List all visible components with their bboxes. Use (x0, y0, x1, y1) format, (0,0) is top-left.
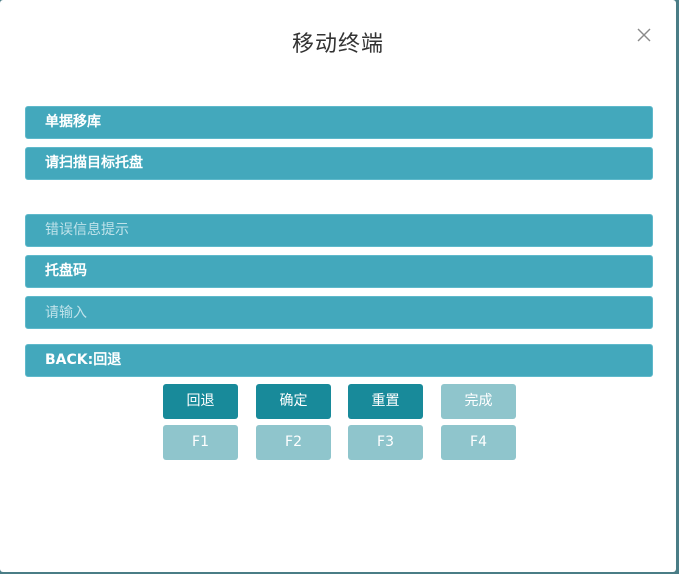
mobile-terminal-dialog: 移动终端 单据移库 请扫描目标托盘 错误信息提示 托盘码 BACK:回退 回退 … (0, 0, 676, 572)
f3-button[interactable]: F3 (348, 425, 423, 460)
back-button[interactable]: 回退 (163, 384, 238, 419)
f1-button[interactable]: F1 (163, 425, 238, 460)
f2-button[interactable]: F2 (256, 425, 331, 460)
error-message: 错误信息提示 (25, 214, 653, 247)
dialog-title: 移动终端 (291, 32, 384, 57)
scan-prompt: 请扫描目标托盘 (25, 147, 653, 180)
close-icon[interactable] (634, 25, 654, 45)
pallet-code-label: 托盘码 (25, 255, 653, 288)
back-hint: BACK:回退 (25, 344, 653, 377)
pallet-code-input[interactable] (25, 296, 653, 329)
reset-button[interactable]: 重置 (348, 384, 423, 419)
mode-label: 单据移库 (25, 106, 653, 139)
confirm-button[interactable]: 确定 (256, 384, 331, 419)
f4-button[interactable]: F4 (441, 425, 516, 460)
finish-button[interactable]: 完成 (441, 384, 516, 419)
